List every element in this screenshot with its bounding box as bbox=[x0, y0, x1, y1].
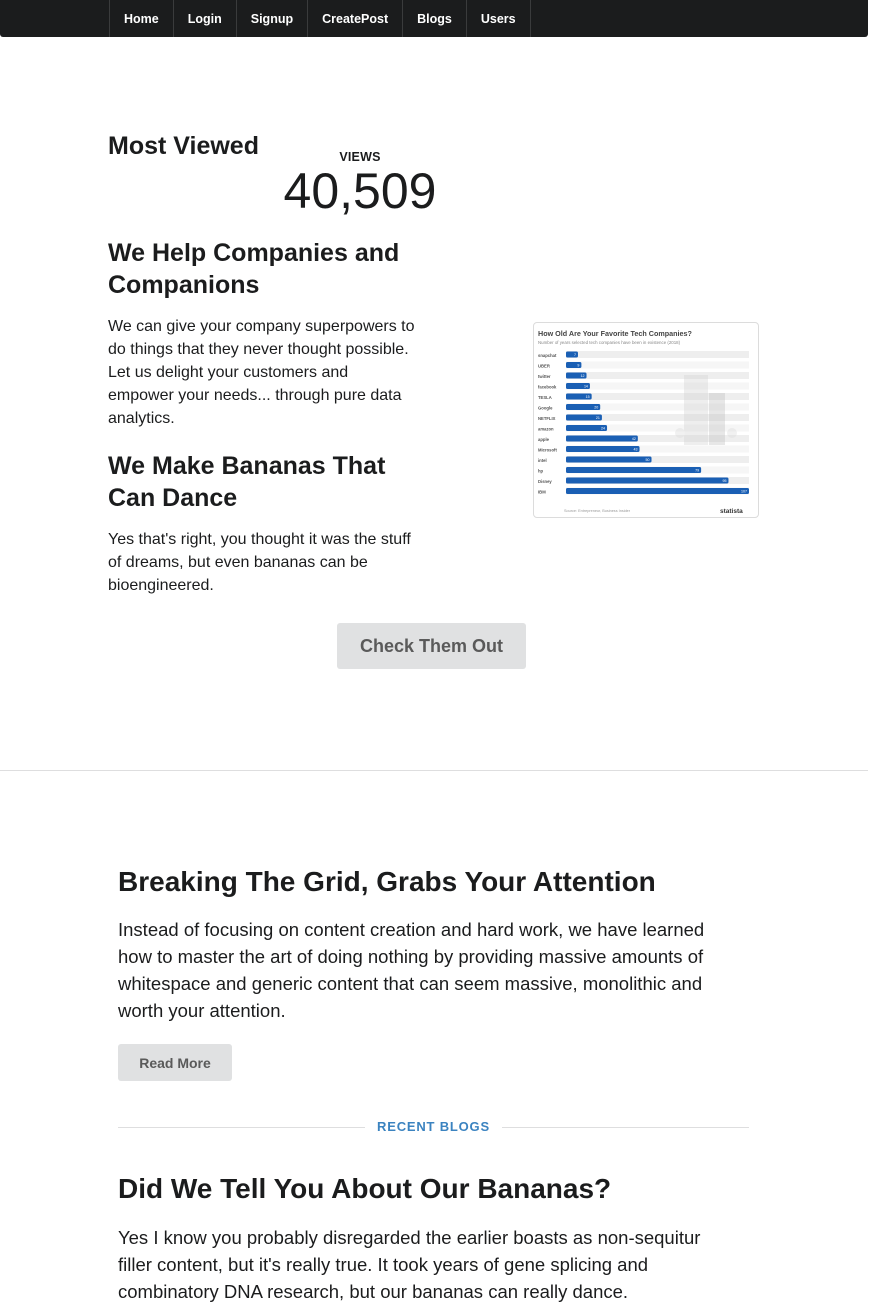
chart-image-bar-value: 9 bbox=[577, 364, 579, 368]
chart-image-bar-value: 24 bbox=[601, 427, 605, 431]
views-value: 40,509 bbox=[283, 163, 437, 219]
chart-image-band bbox=[566, 382, 749, 390]
chart-image-brand: statista bbox=[720, 508, 743, 515]
chart-image-company-label: TESLA bbox=[538, 395, 552, 400]
nav-menu: Home Login Signup CreatePost Blogs Users bbox=[109, 0, 531, 37]
chart-image-bar-value: 43 bbox=[634, 448, 638, 452]
chart-image-band bbox=[566, 361, 749, 369]
article-text: Instead of focusing on content creation … bbox=[118, 919, 705, 1021]
chart-image-subtitle: Number of years selected tech companies … bbox=[538, 340, 681, 345]
chart-image-bar-value: 50 bbox=[646, 458, 650, 462]
chart-image-bar-value: 14 bbox=[584, 385, 588, 389]
chart-image-bar bbox=[566, 351, 578, 358]
chart-image-company-label: Microsoft bbox=[538, 448, 557, 453]
check-them-out-button[interactable]: Check Them Out bbox=[337, 623, 526, 669]
chart-image-bar-value: 7 bbox=[574, 353, 576, 357]
blog-text: Yes I know you probably disregarded the … bbox=[118, 1227, 701, 1302]
chart-image-bar-value: 107 bbox=[741, 490, 747, 494]
nav-blogs[interactable]: Blogs bbox=[403, 0, 467, 37]
nav-createpost[interactable]: CreatePost bbox=[308, 0, 404, 37]
section-divider bbox=[0, 770, 868, 771]
chart-image-bar-value: 42 bbox=[632, 437, 636, 441]
nav-signup[interactable]: Signup bbox=[237, 0, 309, 37]
chart-image-company-label: twitter bbox=[538, 374, 551, 379]
paragraph-bananas: Yes that's right, you thought it was the… bbox=[108, 531, 411, 594]
chart-image-company-label: UBER bbox=[538, 364, 550, 369]
chart-image-bar-value: 21 bbox=[596, 416, 600, 420]
chart-image-bar-value: 12 bbox=[581, 374, 585, 378]
most-viewed-heading: Most Viewed bbox=[108, 132, 259, 160]
chart-image-company-label: snapchat bbox=[538, 353, 557, 358]
chart-image-bar bbox=[566, 477, 729, 484]
chart-image-company-label: Disney bbox=[538, 479, 552, 484]
recent-blogs-label: RECENT BLOGS bbox=[365, 1119, 502, 1134]
article-title: Breaking The Grid, Grabs Your Attention bbox=[118, 866, 656, 897]
heading-companies: We Help Companies and Companions bbox=[108, 239, 400, 299]
views-statistic: VIEWS 40,509 bbox=[280, 150, 440, 216]
top-navbar: Home Login Signup CreatePost Blogs Users bbox=[0, 0, 868, 37]
chart-image-bar bbox=[566, 435, 638, 442]
chart-image-source: Source: Entrepreneur, Business Insider bbox=[564, 509, 631, 513]
blog-title: Did We Tell You About Our Bananas? bbox=[118, 1173, 612, 1204]
chart-image-bar-value: 15 bbox=[586, 395, 590, 399]
heading-bananas: We Make Bananas That Can Dance bbox=[108, 452, 386, 512]
chart-image-company-label: intel bbox=[538, 458, 547, 463]
read-more-button[interactable]: Read More bbox=[118, 1044, 232, 1081]
chart-image-bar-value: 20 bbox=[594, 406, 598, 410]
chart-image-band bbox=[566, 351, 749, 358]
paragraph-companies: We can give your company superpowers to … bbox=[108, 318, 415, 427]
chart-image-company-label: IBM bbox=[538, 490, 546, 495]
chart-image-company-label: amazon bbox=[538, 427, 554, 432]
chart-image-bar-value: 79 bbox=[695, 469, 699, 473]
chart-image-bar-value: 95 bbox=[722, 479, 726, 483]
views-label: VIEWS bbox=[339, 150, 381, 164]
chart-image-bar bbox=[566, 467, 702, 473]
chart-image-company-label: facebook bbox=[538, 385, 557, 390]
chart-image-company-label: apple bbox=[538, 437, 550, 442]
chart-image-title: How Old Are Your Favorite Tech Companies… bbox=[538, 329, 692, 338]
chart-image-bar bbox=[566, 446, 640, 452]
tech-companies-chart-image: How Old Are Your Favorite Tech Companies… bbox=[533, 322, 759, 518]
chart-image-company-label: hp bbox=[538, 469, 544, 474]
chart-image-bar bbox=[566, 488, 749, 494]
chart-image-band bbox=[566, 372, 749, 379]
recent-blogs-divider: RECENT BLOGS bbox=[118, 1117, 749, 1137]
chart-image-company-label: NETFLIX bbox=[538, 416, 556, 421]
nav-home[interactable]: Home bbox=[110, 0, 174, 37]
nav-users[interactable]: Users bbox=[467, 0, 531, 37]
nav-login[interactable]: Login bbox=[174, 0, 237, 37]
chart-image-company-label: Google bbox=[538, 406, 553, 411]
chart-image-bar bbox=[566, 456, 652, 463]
